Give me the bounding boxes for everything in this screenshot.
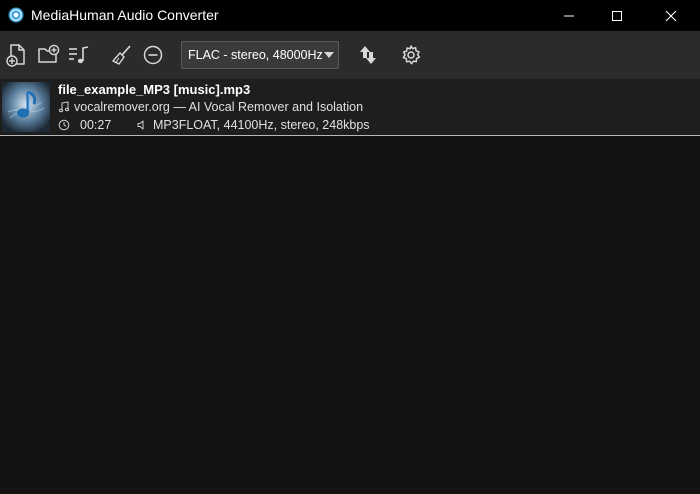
minimize-icon [564, 15, 574, 16]
broom-icon [112, 45, 131, 65]
app-window: MediaHuman Audio Converter FLAC - stereo… [0, 0, 700, 494]
clear-list-button[interactable] [109, 42, 135, 68]
file-list[interactable]: file_example_MP3 [music].mp3 vocalremove… [0, 79, 700, 494]
title-bar[interactable]: MediaHuman Audio Converter [0, 0, 700, 31]
minus-circle-icon [143, 45, 163, 65]
add-file-button[interactable] [4, 42, 30, 68]
chevron-down-icon [324, 52, 334, 58]
output-format-select[interactable]: FLAC - stereo, 48000Hz [181, 41, 339, 69]
add-folder-button[interactable] [35, 42, 61, 68]
add-file-icon [6, 44, 25, 67]
settings-button[interactable] [398, 42, 424, 68]
close-icon [665, 10, 677, 21]
add-music-icon [69, 46, 89, 64]
file-format-info: MP3FLOAT, 44100Hz, stereo, 248kbps [153, 118, 370, 132]
convert-button[interactable] [355, 42, 381, 68]
file-list-item[interactable]: file_example_MP3 [music].mp3 vocalremove… [0, 79, 700, 136]
album-art-thumbnail [2, 82, 50, 132]
close-button[interactable] [648, 0, 694, 31]
music-note-artwork-icon [2, 82, 50, 132]
maximize-button[interactable] [594, 0, 640, 31]
maximize-icon [612, 10, 622, 21]
clock-icon [58, 119, 70, 131]
music-note-icon [58, 101, 70, 113]
gear-icon [402, 45, 421, 65]
add-playlist-button[interactable] [66, 42, 92, 68]
file-duration: 00:27 [80, 118, 112, 132]
minimize-button[interactable] [546, 0, 592, 31]
file-name: file_example_MP3 [music].mp3 [58, 82, 251, 97]
remove-item-button[interactable] [140, 42, 166, 68]
convert-arrows-icon [360, 46, 376, 64]
output-format-value: FLAC - stereo, 48000Hz [188, 48, 323, 62]
add-folder-icon [38, 44, 60, 63]
speaker-icon [137, 120, 144, 130]
window-title: MediaHuman Audio Converter [31, 7, 219, 23]
file-artist: vocalremover.org — AI Vocal Remover and … [74, 100, 364, 114]
toolbar: FLAC - stereo, 48000Hz [0, 31, 700, 79]
mediahuman-logo-icon [8, 7, 24, 23]
